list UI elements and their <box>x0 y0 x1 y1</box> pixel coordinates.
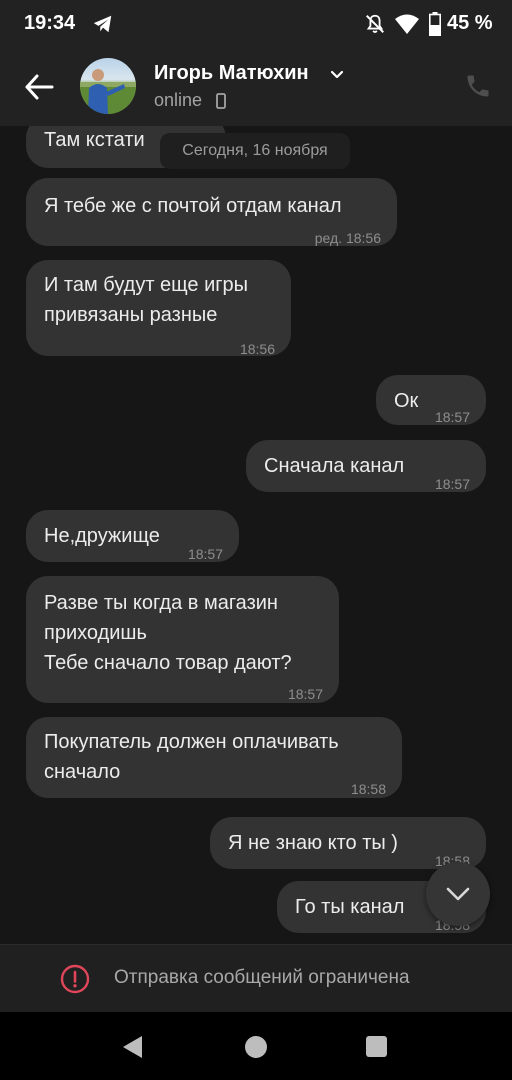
message-text: Я не знаю кто ты ) <box>228 832 398 854</box>
message-time: 18:57 <box>434 476 470 492</box>
restriction-text: Отправка сообщений ограничена <box>114 967 410 988</box>
wifi-icon <box>395 14 419 34</box>
message-text: Там кстати <box>44 129 145 151</box>
restriction-banner: Отправка сообщений ограничена <box>0 944 512 1012</box>
message-list[interactable]: Там кстати Сегодня, 16 ноября Я тебе же … <box>0 126 512 944</box>
message-time: 18:58 <box>350 781 386 797</box>
nav-home-icon[interactable] <box>245 1036 267 1058</box>
message-incoming[interactable]: Не,дружище 18:57 <box>26 510 239 562</box>
message-time: 18:57 <box>287 686 323 702</box>
contact-avatar[interactable] <box>80 58 136 114</box>
message-incoming[interactable]: Разве ты когда в магазин приходишь Тебе … <box>26 576 339 703</box>
message-time: 18:57 <box>187 546 223 562</box>
message-text: И там будут еще игры привязаны разные <box>44 274 249 326</box>
message-outgoing[interactable]: Ок 18:57 <box>376 375 486 425</box>
battery-icon <box>429 12 441 36</box>
message-text: Я тебе же с почтой отдам канал <box>44 195 342 217</box>
status-bar: 19:34 45 % <box>0 0 512 48</box>
message-incoming[interactable]: Покупатель должен оплачивать сначало 18:… <box>26 717 402 798</box>
phone-call-icon[interactable] <box>464 72 492 100</box>
phone-device-icon <box>216 93 226 109</box>
date-chip: Сегодня, 16 ноября <box>160 133 350 169</box>
message-text: Разве ты когда в магазин приходишь Тебе … <box>44 592 292 674</box>
message-time: 18:56 <box>239 341 275 357</box>
chat-screen: 19:34 45 % Игорь Матюхин online Там кста… <box>0 0 512 1080</box>
contact-status: online <box>154 90 203 110</box>
scroll-down-button[interactable] <box>426 862 490 926</box>
message-text: Го ты канал <box>295 896 405 918</box>
mute-icon <box>366 14 384 33</box>
battery-percent: 45 % <box>447 12 493 34</box>
alert-circle-icon <box>60 964 90 994</box>
message-incoming[interactable]: Я тебе же с почтой отдам канал ред. 18:5… <box>26 178 397 246</box>
nav-back-icon[interactable] <box>122 1035 144 1059</box>
message-time: 18:57 <box>434 409 470 425</box>
chat-header: Игорь Матюхин online <box>0 48 512 126</box>
message-text: Ок <box>394 390 419 412</box>
message-outgoing[interactable]: Я не знаю кто ты ) 18:58 <box>210 817 486 869</box>
back-arrow-icon[interactable] <box>22 70 56 104</box>
message-incoming[interactable]: И там будут еще игры привязаны разные 18… <box>26 260 291 357</box>
nav-recents-icon[interactable] <box>366 1036 387 1057</box>
system-nav-bar <box>0 1012 512 1080</box>
contact-name[interactable]: Игорь Матюхин <box>154 62 309 85</box>
message-outgoing[interactable]: Сначала канал 18:57 <box>246 440 486 492</box>
message-text: Покупатель должен оплачивать сначало <box>44 731 339 783</box>
message-time: ред. 18:56 <box>314 230 381 246</box>
message-text: Не,дружище <box>44 525 160 547</box>
telegram-icon <box>93 15 112 33</box>
message-text: Сначала канал <box>264 455 405 477</box>
chevron-down-icon[interactable] <box>329 68 345 82</box>
chevron-down-icon <box>446 887 470 901</box>
avatar-photo <box>80 69 136 114</box>
status-time: 19:34 <box>24 12 76 34</box>
